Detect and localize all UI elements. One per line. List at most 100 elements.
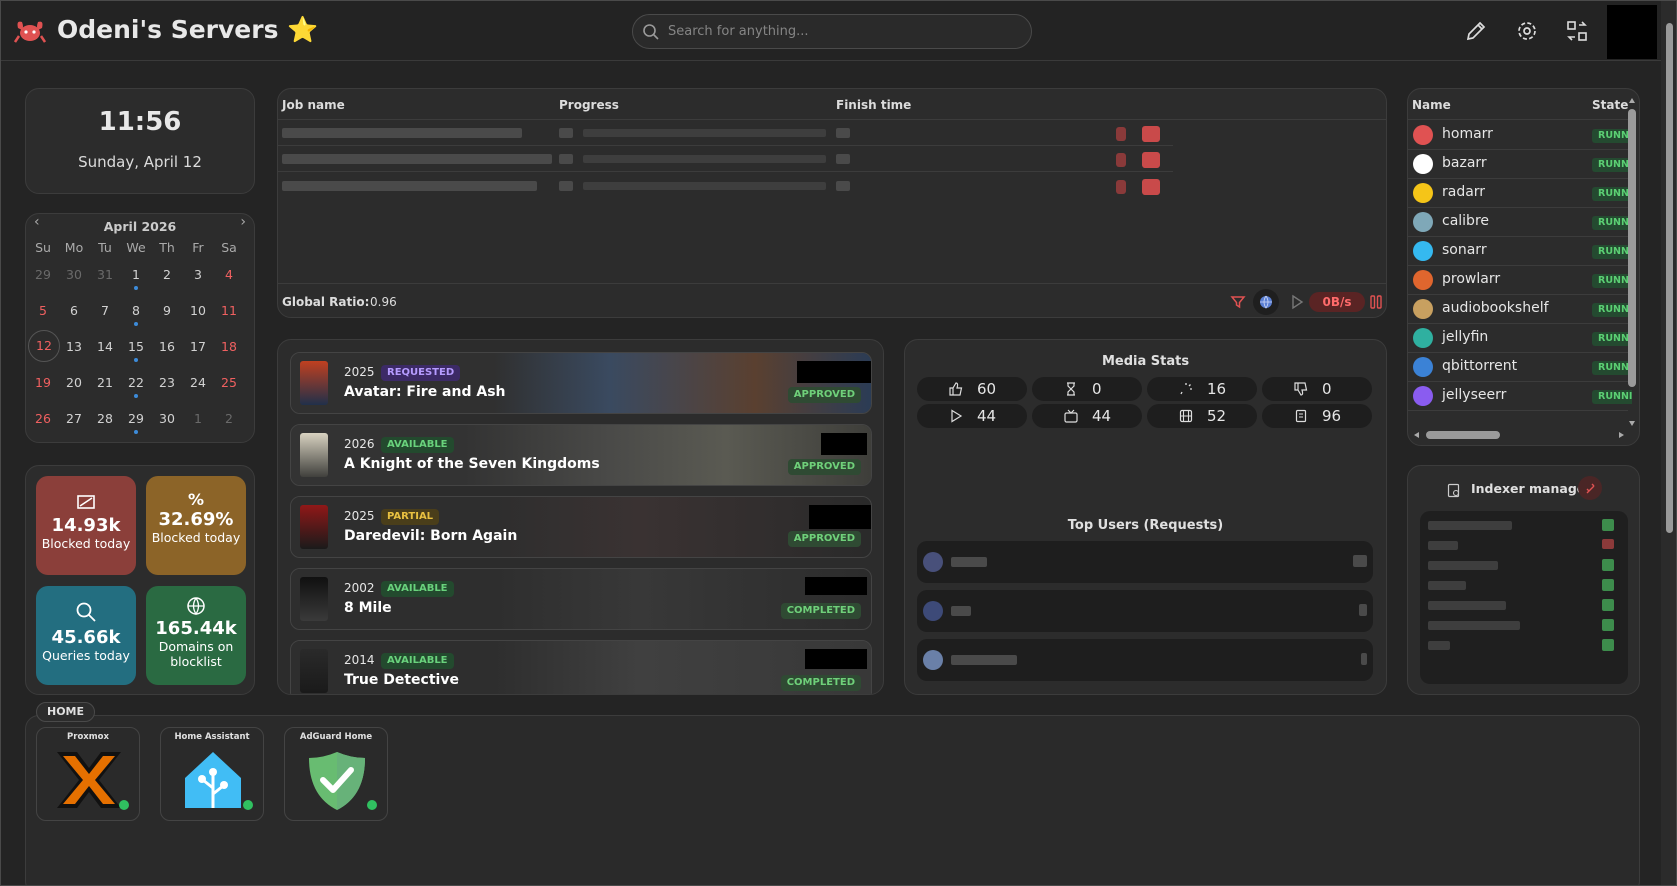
calendar-day[interactable]: 4 <box>212 267 246 282</box>
speed-badge: 0B/s <box>1309 292 1365 312</box>
thumbs-up-icon <box>949 382 963 396</box>
container-calibre-icon <box>1413 212 1433 232</box>
container-name: radarr <box>1442 184 1486 200</box>
top-user-row[interactable] <box>917 639 1373 681</box>
approval-badge: APPROVED <box>787 387 861 403</box>
top-user-row[interactable] <box>917 590 1373 632</box>
request-item[interactable]: 2026 AVAILABLE A Knight of the Seven Kin… <box>290 424 872 486</box>
request-item[interactable]: 2025 REQUESTED Avatar: Fire and Ash APPR… <box>290 352 872 414</box>
approval-badge: APPROVED <box>787 531 861 547</box>
poster-image <box>300 649 328 693</box>
edit-icon[interactable] <box>1464 19 1488 43</box>
homarr-logo-icon[interactable] <box>14 18 46 44</box>
container-audiobookshelf-icon <box>1413 299 1433 319</box>
resume-all-icon[interactable] <box>1290 294 1304 310</box>
calendar-day[interactable]: 2 <box>212 411 246 426</box>
calendar-day[interactable]: 19 <box>26 375 60 390</box>
redacted-user <box>797 361 871 383</box>
filter-icon[interactable] <box>1230 294 1246 310</box>
stat-approved: 60 <box>917 377 1027 401</box>
column-job-name[interactable]: Job name <box>282 98 345 112</box>
app-tile-home-assistant[interactable]: Home Assistant <box>160 727 264 821</box>
stat-movies: 52 <box>1147 404 1257 428</box>
calendar-day[interactable]: 24 <box>181 375 215 390</box>
calendar-day[interactable]: 2 <box>150 267 184 282</box>
calendar-day[interactable]: 16 <box>150 339 184 354</box>
calendar-day[interactable]: 12 <box>28 330 60 362</box>
calendar-day[interactable]: 27 <box>57 411 91 426</box>
container-prowlarr-icon <box>1413 270 1433 290</box>
poster-image <box>300 361 328 405</box>
containers-vscroll[interactable] <box>1627 97 1637 427</box>
containers-hscroll[interactable] <box>1412 430 1626 440</box>
poster-image <box>300 433 328 477</box>
book-icon <box>1295 409 1307 423</box>
calendar-day[interactable]: 13 <box>57 339 91 354</box>
request-item[interactable]: 2002 AVAILABLE 8 Mile COMPLETED <box>290 568 872 630</box>
event-dot <box>134 358 138 362</box>
calendar-day[interactable]: 9 <box>150 303 184 318</box>
container-name: homarr <box>1442 126 1493 142</box>
calendar-day[interactable]: 31 <box>88 267 122 282</box>
blocked-percent-tile: % 32.69% Blocked today <box>146 476 246 575</box>
app-tile-proxmox[interactable]: Proxmox <box>36 727 140 821</box>
status-online-dot <box>243 800 253 810</box>
column-finish-time[interactable]: Finish time <box>836 98 911 112</box>
column-progress[interactable]: Progress <box>559 98 619 112</box>
app-tile-adguard-home[interactable]: AdGuard Home <box>284 727 388 821</box>
blocked-count-tile: 14.93k Blocked today <box>36 476 136 575</box>
calendar-day[interactable]: 23 <box>150 375 184 390</box>
calendar-day[interactable]: 10 <box>181 303 215 318</box>
calendar-day[interactable]: 18 <box>212 339 246 354</box>
search-input[interactable]: Search for anything... <box>632 14 1032 49</box>
request-item[interactable]: 2025 PARTIAL Daredevil: Born Again APPRO… <box>290 496 872 558</box>
calendar-day[interactable]: 6 <box>57 303 91 318</box>
redacted-user <box>821 433 867 455</box>
gear-icon[interactable] <box>1515 19 1539 43</box>
calendar-next-button[interactable]: › <box>240 214 246 230</box>
weekday-label: Mo <box>64 240 84 255</box>
top-user-row[interactable] <box>917 541 1373 583</box>
calendar-day[interactable]: 5 <box>26 303 60 318</box>
redacted-avatar[interactable] <box>1607 5 1657 59</box>
clock-date: Sunday, April 12 <box>78 153 202 171</box>
switch-board-icon[interactable] <box>1565 19 1589 43</box>
calendar-day[interactable]: 15 <box>119 339 153 354</box>
calendar-day[interactable]: 28 <box>88 411 122 426</box>
calendar-day[interactable]: 26 <box>26 411 60 426</box>
calendar-day[interactable]: 30 <box>57 267 91 282</box>
calendar-day[interactable]: 29 <box>26 267 60 282</box>
media-stats-title: Media Stats <box>1101 354 1190 369</box>
calendar-day[interactable]: 7 <box>88 303 122 318</box>
clock-time: 11:56 <box>98 107 182 137</box>
calendar-day[interactable]: 1 <box>181 411 215 426</box>
request-item[interactable]: 2014 AVAILABLE True Detective COMPLETED <box>290 640 872 694</box>
calendar-day[interactable]: 21 <box>88 375 122 390</box>
calendar-day[interactable]: 20 <box>57 375 91 390</box>
home-assistant-logo-icon <box>185 752 241 808</box>
calendar-day[interactable]: 29 <box>119 411 153 426</box>
calendar-day[interactable]: 14 <box>88 339 122 354</box>
column-name[interactable]: Name <box>1412 98 1451 112</box>
calendar-day[interactable]: 1 <box>119 267 153 282</box>
container-name: calibre <box>1442 213 1490 229</box>
event-dot <box>134 322 138 326</box>
thumbs-down-icon <box>1294 382 1308 396</box>
calendar-day[interactable]: 25 <box>212 375 246 390</box>
calendar-day[interactable]: 11 <box>212 303 246 318</box>
calendar-day[interactable]: 3 <box>181 267 215 282</box>
calendar-day[interactable]: 17 <box>181 339 215 354</box>
test-indexers-button[interactable] <box>1578 476 1602 500</box>
pause-all-icon[interactable] <box>1369 294 1383 310</box>
client-toggle-button[interactable] <box>1253 289 1279 315</box>
container-name: qbittorrent <box>1442 358 1518 374</box>
calendar-day[interactable]: 8 <box>119 303 153 318</box>
column-state[interactable]: State <box>1592 98 1628 112</box>
film-icon <box>1179 409 1193 423</box>
calendar-day[interactable]: 22 <box>119 375 153 390</box>
calendar-day[interactable]: 30 <box>150 411 184 426</box>
container-name: bazarr <box>1442 155 1487 171</box>
redacted-user <box>805 649 867 669</box>
page-scrollbar[interactable] <box>1661 1 1676 885</box>
weekday-label: Fr <box>192 240 204 255</box>
